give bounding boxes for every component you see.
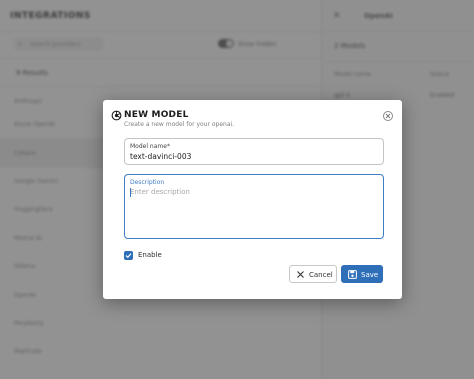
enable-label: Enable [138,251,162,259]
cancel-button[interactable]: Cancel [289,265,337,283]
dialog-title: NEW MODEL [124,110,189,120]
new-model-dialog: NEW MODEL Create a new model for your op… [103,100,402,299]
cancel-label: Cancel [309,271,333,279]
description-input[interactable] [130,188,380,234]
text-caret [130,188,131,197]
model-name-label-wrap: Model name* [130,143,170,150]
save-button[interactable]: Save [341,265,383,283]
model-name-field[interactable]: Model name* [124,138,384,165]
floppy-disk-icon [348,270,357,279]
save-label: Save [361,271,379,279]
close-icon [385,113,391,119]
description-field[interactable]: Description [124,174,384,239]
openai-logo-icon [111,110,122,121]
checkmark-icon [125,253,132,259]
model-name-input[interactable] [130,152,380,161]
dialog-subtitle: Create a new model for your openai. [124,121,235,128]
cancel-x-icon [297,271,304,278]
required-asterisk: * [166,143,170,150]
screen: INTEGRATIONS ⌕ Search providers Show hid… [0,0,474,379]
model-name-label: Model name [130,143,167,150]
enable-checkbox[interactable] [124,251,133,260]
description-label: Description [130,179,165,186]
close-button[interactable] [383,111,393,121]
